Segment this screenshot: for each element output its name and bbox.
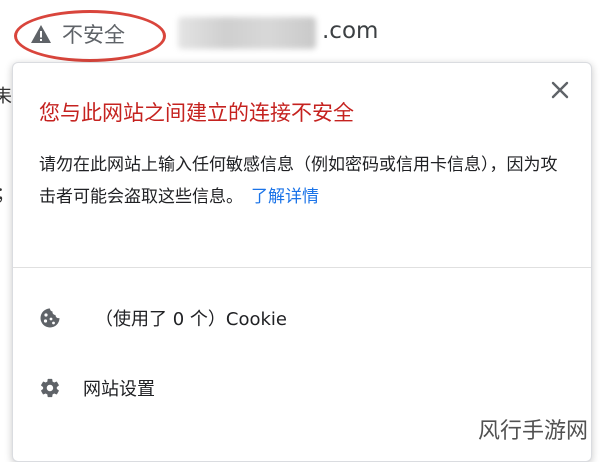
cookie-icon (39, 307, 61, 329)
site-info-popup: 您与此网站之间建立的连接不安全 请勿在此网站上输入任何敏感信息（例如密码或信用卡… (12, 62, 592, 462)
watermark: 风行手游网 (477, 419, 588, 444)
gear-icon (39, 377, 61, 399)
site-settings-label: 网站设置 (83, 379, 155, 400)
security-chip[interactable]: 不安全 (22, 14, 158, 54)
blurred-domain (178, 17, 316, 49)
security-label: 不安全 (62, 23, 125, 47)
address-bar: 不安全 .com (0, 0, 600, 66)
popup-description: 请勿在此网站上输入任何敏感信息（例如密码或信用卡信息），因为攻击者可能会盗取这些… (39, 149, 559, 213)
learn-more-link[interactable]: 了解详情 (251, 187, 319, 207)
popup-title: 您与此网站之间建立的连接不安全 (39, 101, 354, 125)
close-icon (551, 81, 569, 99)
cookies-row[interactable]: （使用了 0 个）Cookie (39, 305, 287, 331)
cookies-label: （使用了 0 个）Cookie (95, 309, 287, 330)
close-button[interactable] (549, 79, 571, 101)
divider (13, 267, 591, 268)
site-settings-row[interactable]: 网站设置 (39, 375, 155, 401)
background-text-fragment: 耒 (0, 86, 12, 107)
warning-triangle-icon (30, 24, 52, 44)
domain-suffix: .com (322, 18, 379, 44)
